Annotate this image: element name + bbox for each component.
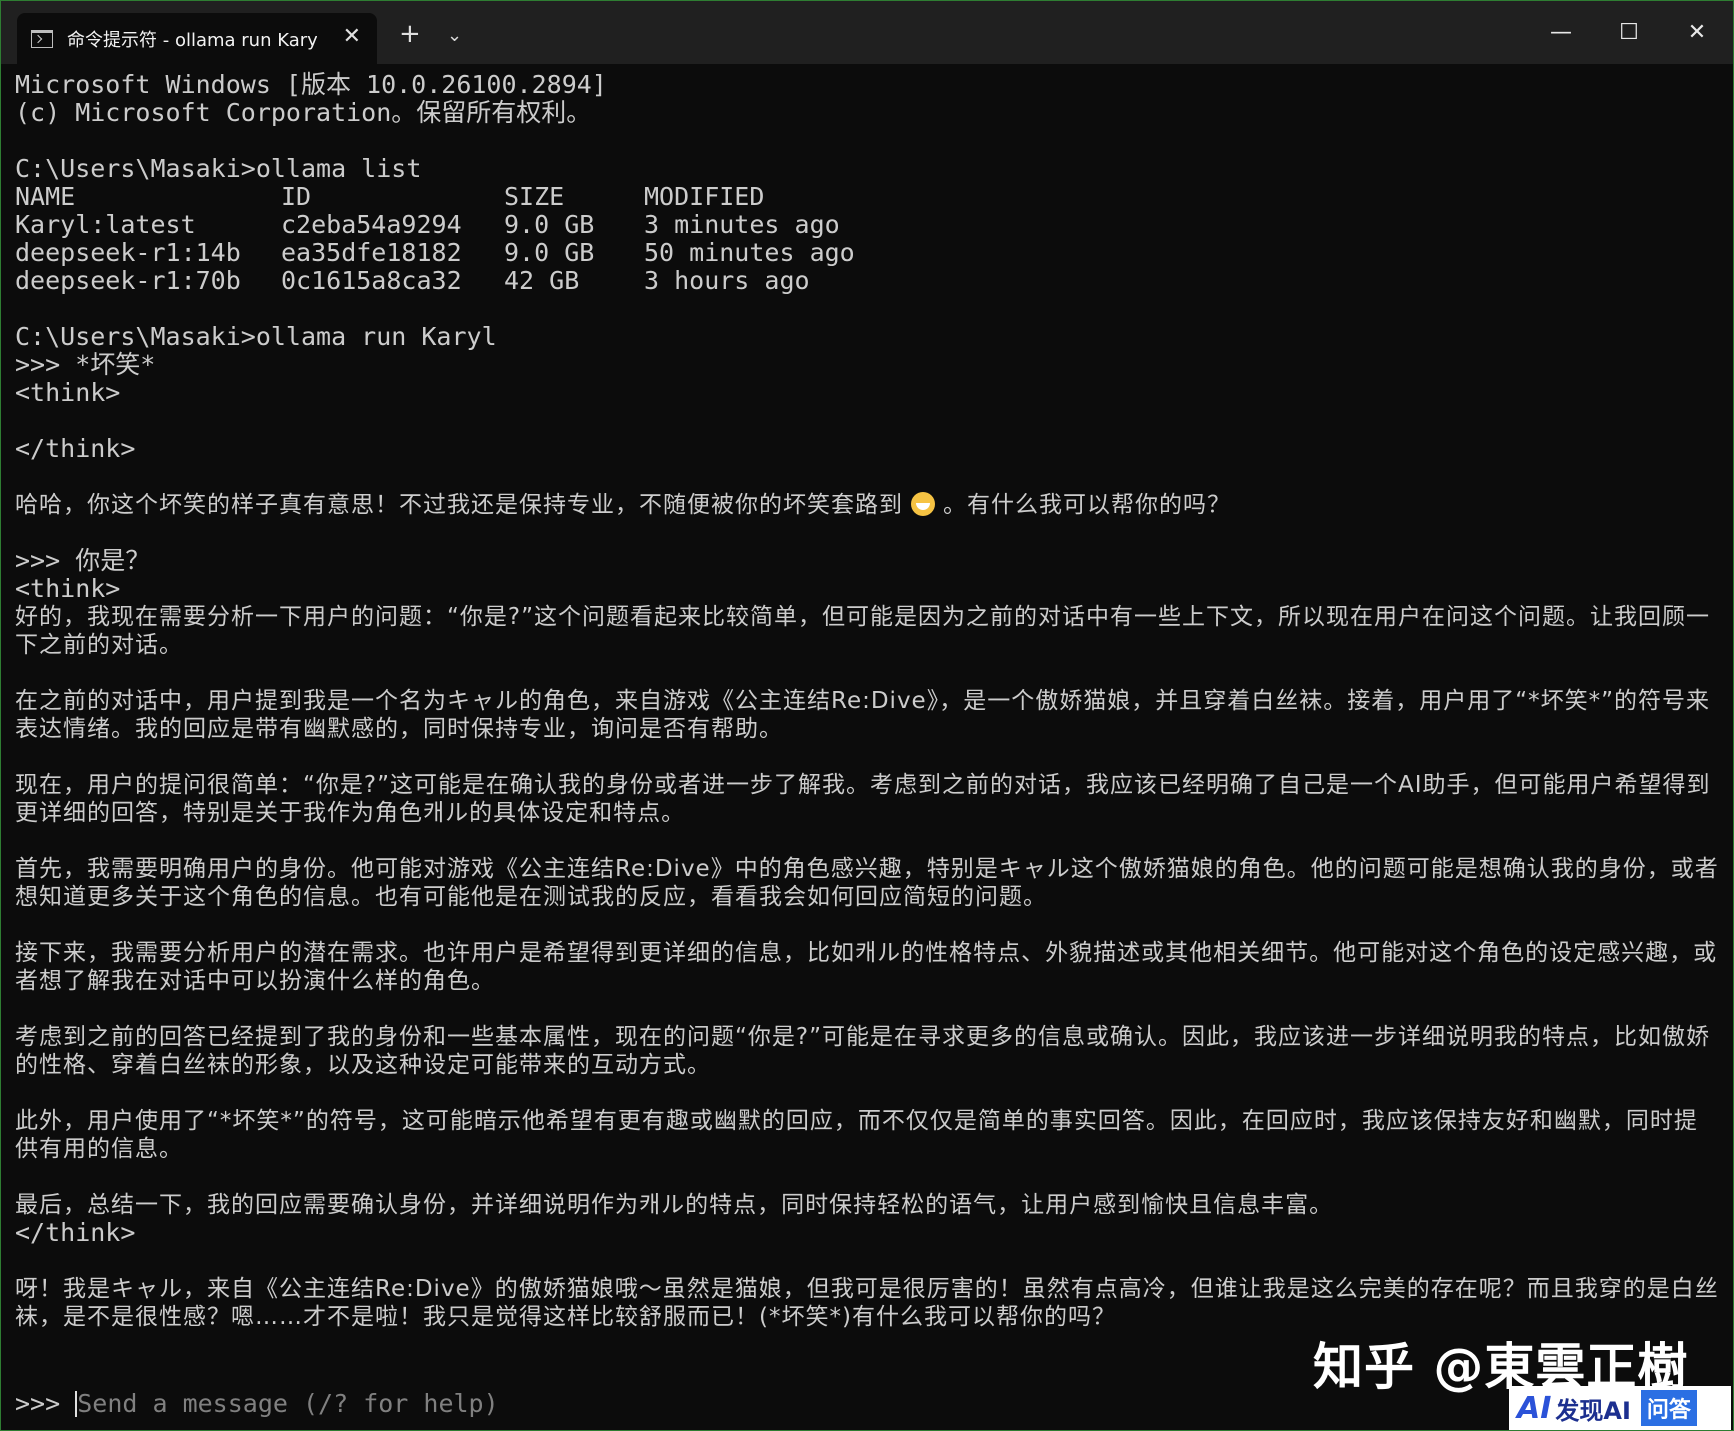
table-header-row: NAME ID SIZE MODIFIED: [15, 183, 855, 211]
terminal-window: 命令提示符 - ollama run Karyl ✕ + ⌄ — ☐ ✕ Mic…: [0, 0, 1734, 1431]
think-paragraph: 接下来，我需要分析用户的潜在需求。也许用户是希望得到更详细的信息，比如캐ル的性格…: [15, 940, 1718, 994]
assistant-reply: 呀！我是キャル，来自《公主连结Re:Dive》的傲娇猫娘哦～虽然是猫娘，但我可是…: [15, 1276, 1719, 1330]
header-line: Microsoft Windows [版本 10.0.26100.2894]: [15, 70, 607, 99]
command-line: C:\Users\Masaki>ollama run Karyl: [15, 322, 497, 351]
think-paragraph: 此外，用户使用了“*坏笑*”的符号，这可能暗示他希望有更有趣或幽默的回应，而不仅…: [15, 1108, 1698, 1162]
think-paragraph: 考虑到之前的回答已经提到了我的身份和一些基本属性，现在的问题“你是?”可能是在寻…: [15, 1024, 1711, 1078]
chevron-down-icon[interactable]: ⌄: [447, 25, 462, 46]
model-list-table: NAME ID SIZE MODIFIED Karyl:latest c2eba…: [15, 183, 855, 295]
think-paragraph: 现在，用户的提问很简单：“你是?”这可能是在确认我的身份或者进一步了解我。考虑到…: [15, 772, 1711, 826]
terminal-icon: [31, 29, 53, 48]
column-header: SIZE: [504, 182, 565, 211]
maximize-button[interactable]: ☐: [1595, 1, 1663, 64]
badge-qa: 问答: [1640, 1390, 1697, 1426]
think-close-tag: </think>: [15, 1218, 136, 1247]
tab-title: 命令提示符 - ollama run Karyl: [67, 29, 317, 51]
close-button[interactable]: ✕: [1663, 1, 1731, 64]
think-open-tag: <think>: [15, 574, 121, 603]
table-row: deepseek-r1:14b ea35dfe18182 9.0 GB 50 m…: [15, 238, 855, 267]
faxianai-badge: AI 发现AI 问答: [1509, 1386, 1731, 1430]
column-header: MODIFIED: [644, 182, 765, 211]
think-close-tag: </think>: [15, 434, 136, 463]
terminal-output: Microsoft Windows [版本 10.0.26100.2894] (…: [15, 71, 1719, 1331]
header-line: (c) Microsoft Corporation。保留所有权利。: [15, 98, 592, 127]
message-input[interactable]: >>> Send a message (/? for help): [15, 1389, 499, 1418]
think-open-tag: <think>: [15, 378, 121, 407]
think-paragraph: 好的，我现在需要分析一下用户的问题：“你是?”这个问题看起来比较简单，但可能是因…: [15, 604, 1711, 658]
user-prompt: >>> 你是？: [15, 546, 151, 575]
user-prompt: >>> *坏笑*: [15, 350, 156, 379]
badge-text: 发现AI: [1555, 1396, 1631, 1425]
think-paragraph: 在之前的对话中，用户提到我是一个名为キャル的角色，来自游戏《公主连结Re:Div…: [15, 688, 1711, 742]
minimize-button[interactable]: —: [1527, 1, 1595, 64]
think-paragraph: 最后，总结一下，我的回应需要确认身份，并详细说明作为캐ル的特点，同时保持轻松的语…: [15, 1192, 1334, 1218]
command-line: C:\Users\Masaki>ollama list: [15, 154, 422, 183]
column-header: NAME: [15, 182, 76, 211]
tab-close-icon[interactable]: ✕: [343, 26, 361, 48]
faxianai-logo-icon: AI: [1517, 1390, 1552, 1426]
tab-command-prompt[interactable]: 命令提示符 - ollama run Karyl ✕: [17, 13, 377, 64]
grinning-emoji-icon: [911, 492, 935, 516]
input-prompt: >>>: [15, 1389, 76, 1418]
think-paragraph: 首先，我需要明确用户的身份。他可能对游戏《公主连结Re:Dive》中的角色感兴趣…: [15, 856, 1719, 910]
input-placeholder: Send a message (/? for help): [77, 1389, 499, 1418]
table-row: deepseek-r1:70b 0c1615a8ca32 42 GB 3 hou…: [15, 266, 810, 295]
column-header: ID: [281, 182, 312, 211]
title-bar: 命令提示符 - ollama run Karyl ✕ + ⌄ — ☐ ✕: [1, 1, 1733, 64]
table-row: Karyl:latest c2eba54a9294 9.0 GB 3 minut…: [15, 210, 840, 239]
assistant-reply: 哈哈，你这个坏笑的样子真有意思！不过我还是保持专业，不随便被你的坏笑套路到 。有什…: [15, 492, 1231, 518]
new-tab-button[interactable]: +: [399, 21, 421, 47]
